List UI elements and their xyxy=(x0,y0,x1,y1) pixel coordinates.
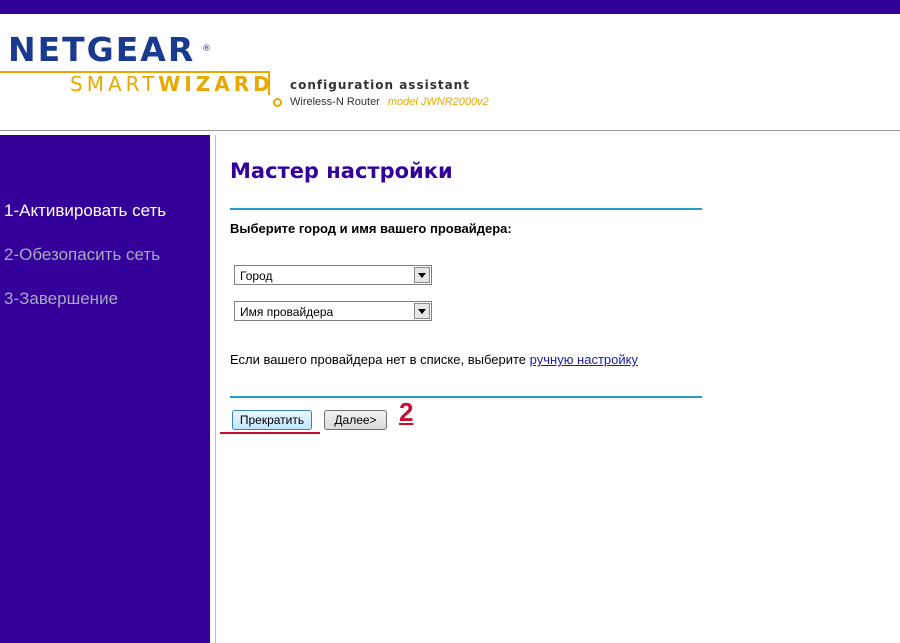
manual-setup-link[interactable]: ручную настройку xyxy=(530,352,638,367)
config-assistant-title: configuration assistant xyxy=(290,78,470,92)
chevron-down-icon[interactable] xyxy=(414,303,430,319)
header: NETGEAR ® SMARTWIZARD configuration assi… xyxy=(0,14,900,130)
product-name: Wireless-N Router xyxy=(290,96,380,108)
next-button[interactable]: Далее> xyxy=(324,410,387,430)
wizard-text: WIZARD xyxy=(158,72,274,96)
netgear-logo: NETGEAR xyxy=(8,30,196,69)
bullet-dot-icon xyxy=(273,98,282,107)
annotation-number: 2 xyxy=(399,397,414,427)
manual-setup-hint: Если вашего провайдера нет в списке, выб… xyxy=(230,352,638,367)
annotation-underline xyxy=(220,432,320,434)
smart-text: SMART xyxy=(70,72,159,96)
top-rule xyxy=(230,208,702,210)
hint-text: Если вашего провайдера нет в списке, выб… xyxy=(230,352,530,367)
page-title: Мастер настройки xyxy=(230,159,453,183)
sidebar-step-2[interactable]: 2-Обезопасить сеть xyxy=(4,245,160,265)
select-prompt: Выберите город и имя вашего провайдера: xyxy=(230,221,512,236)
cancel-button[interactable]: Прекратить xyxy=(232,410,312,430)
router-model-line: Wireless-N Router model JWNR2000v2 xyxy=(290,96,489,108)
sidebar-step-1[interactable]: 1-Активировать сеть xyxy=(4,201,166,221)
main-content: Мастер настройки Выберите город и имя ва… xyxy=(216,135,900,643)
city-select-value: Город xyxy=(240,269,273,283)
sidebar-step-3[interactable]: 3-Завершение xyxy=(4,289,118,309)
bottom-rule xyxy=(230,396,702,398)
chevron-down-icon[interactable] xyxy=(414,267,430,283)
smartwizard-logo: SMARTWIZARD xyxy=(70,72,274,96)
provider-select-value: Имя провайдера xyxy=(240,305,334,319)
city-select[interactable]: Город xyxy=(234,265,432,285)
model-name: model JWNR2000v2 xyxy=(387,96,489,108)
sidebar: 1-Активировать сеть 2-Обезопасить сеть 3… xyxy=(0,135,210,643)
top-bar xyxy=(0,0,900,14)
provider-select[interactable]: Имя провайдера xyxy=(234,301,432,321)
registered-mark: ® xyxy=(202,44,211,54)
